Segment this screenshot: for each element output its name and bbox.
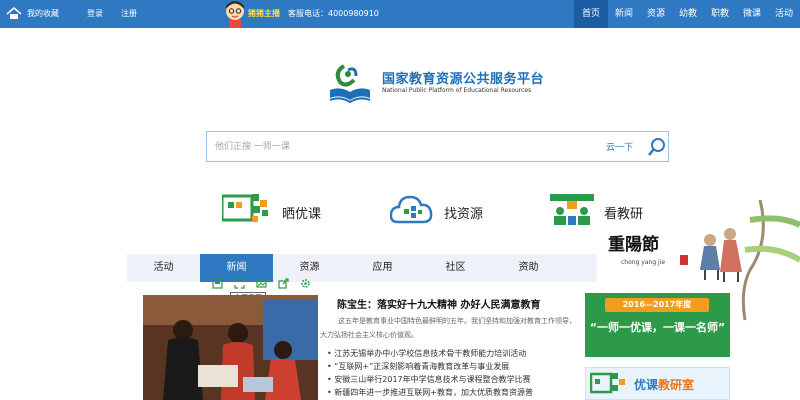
banner-room-title: 优课教研室 bbox=[634, 376, 694, 393]
feature-showcase-lessons[interactable]: 晒优课 bbox=[222, 192, 342, 228]
gear-icon bbox=[301, 279, 310, 288]
lesson-research-room-banner[interactable]: 优课教研室 bbox=[585, 367, 730, 400]
logo-title-cn: 国家教育资源公共服务平台 bbox=[382, 72, 545, 87]
room-title-b: 教研室 bbox=[658, 378, 695, 392]
excellent-lesson-banner[interactable]: 2016—2017年度 “一师一优课，一课一名师” bbox=[585, 293, 730, 357]
news-item[interactable]: “互联网+”正深刻影响着青海教育改革与事业发展 bbox=[327, 360, 587, 373]
share-button[interactable] bbox=[273, 276, 295, 292]
news-item[interactable]: 江苏无锡举办中小学校信息技术骨干教师能力培训活动 bbox=[327, 347, 587, 360]
classroom-photo-image bbox=[143, 295, 318, 400]
register-link[interactable]: 注册 bbox=[121, 8, 137, 19]
top-bar: 我的收藏 登录 注册 猪猪主播 客服电话：4000980910 首页 新闻 资源… bbox=[0, 0, 800, 28]
seal-stamp bbox=[680, 255, 688, 265]
save-image-button[interactable] bbox=[207, 276, 229, 292]
login-link[interactable]: 登录 bbox=[87, 8, 103, 19]
find-resources-label: 找资源 bbox=[444, 207, 484, 222]
save-icon bbox=[212, 278, 223, 289]
logo-title-en: National Public Platform of Educational … bbox=[382, 87, 532, 94]
mascot-label: 猪猪主播 bbox=[248, 9, 280, 18]
tab-funding[interactable]: 资助 bbox=[492, 254, 565, 282]
news-item[interactable]: 新疆四年进一步推进互联网+教育，加大优质教育资源普 bbox=[327, 386, 587, 399]
nav-news[interactable]: 新闻 bbox=[608, 0, 640, 28]
share-icon bbox=[278, 278, 289, 289]
fullscreen-icon bbox=[234, 278, 245, 289]
nav-home[interactable]: 首页 bbox=[574, 0, 608, 28]
home-icon[interactable] bbox=[6, 7, 22, 20]
tab-applications[interactable]: 应用 bbox=[346, 254, 419, 282]
gallery-icon bbox=[256, 279, 267, 288]
mascot-banner[interactable]: 猪猪主播 bbox=[222, 0, 282, 28]
festival-title: 重陽節 bbox=[608, 235, 659, 255]
nav-preschool[interactable]: 幼教 bbox=[672, 0, 704, 28]
site-logo[interactable]: 国家教育资源公共服务平台 National Public Platform of… bbox=[326, 62, 586, 106]
youke-logo-icon bbox=[590, 372, 625, 394]
nav-resources[interactable]: 资源 bbox=[640, 0, 672, 28]
banner-year: 2016—2017年度 bbox=[605, 298, 709, 312]
festival-pinyin: chong yang jie bbox=[621, 259, 666, 266]
news-photo[interactable] bbox=[143, 295, 318, 400]
top-nav: 首页 新闻 资源 幼教 职教 微课 活动 bbox=[574, 0, 800, 28]
search-button[interactable]: 云一下 bbox=[606, 140, 633, 153]
news-list: 江苏无锡举办中小学校信息技术骨干教师能力培训活动 “互联网+”正深刻影响着青海教… bbox=[327, 347, 587, 399]
article-headline[interactable]: 陈宝生：落实好十九大精神 办好人民满意教育 bbox=[337, 296, 540, 311]
feature-find-resources[interactable]: 找资源 bbox=[390, 192, 510, 228]
image-toolbar bbox=[207, 276, 317, 292]
favorites-link[interactable]: 我的收藏 bbox=[27, 8, 59, 19]
book-emblem-icon bbox=[329, 64, 371, 104]
fullscreen-button[interactable] bbox=[229, 276, 251, 292]
nav-activities[interactable]: 活动 bbox=[768, 0, 800, 28]
settings-button[interactable] bbox=[295, 276, 317, 292]
tab-activities[interactable]: 活动 bbox=[127, 254, 200, 282]
cloud-search-icon bbox=[390, 195, 433, 224]
mascot-icon bbox=[226, 1, 244, 28]
content-tabs: 活动 新闻 资源 应用 社区 资助 bbox=[127, 254, 597, 282]
search-box: 云一下 bbox=[206, 131, 669, 162]
news-item[interactable]: 安徽三山举行2017年中学信息技术与课程整合教学比赛 bbox=[327, 373, 587, 386]
gallery-button[interactable] bbox=[251, 276, 273, 292]
nav-microlesson[interactable]: 微课 bbox=[736, 0, 768, 28]
banner-slogan: “一师一优课，一课一名师” bbox=[589, 321, 726, 334]
showcase-lessons-label: 晒优课 bbox=[282, 207, 322, 222]
hotline-text: 客服电话：4000980910 bbox=[288, 9, 379, 18]
tab-community[interactable]: 社区 bbox=[419, 254, 492, 282]
article-summary: 这五年是教育事业中国特色最鲜明的五年。我们坚持和加强对教育工作领导，大力弘扬社会… bbox=[320, 317, 576, 339]
room-title-a: 优课 bbox=[634, 378, 659, 392]
teaching-research-icon bbox=[550, 194, 594, 225]
nav-vocational[interactable]: 职教 bbox=[704, 0, 736, 28]
search-icon[interactable] bbox=[647, 137, 667, 157]
search-input[interactable] bbox=[215, 138, 595, 156]
showcase-lessons-icon bbox=[222, 194, 268, 222]
